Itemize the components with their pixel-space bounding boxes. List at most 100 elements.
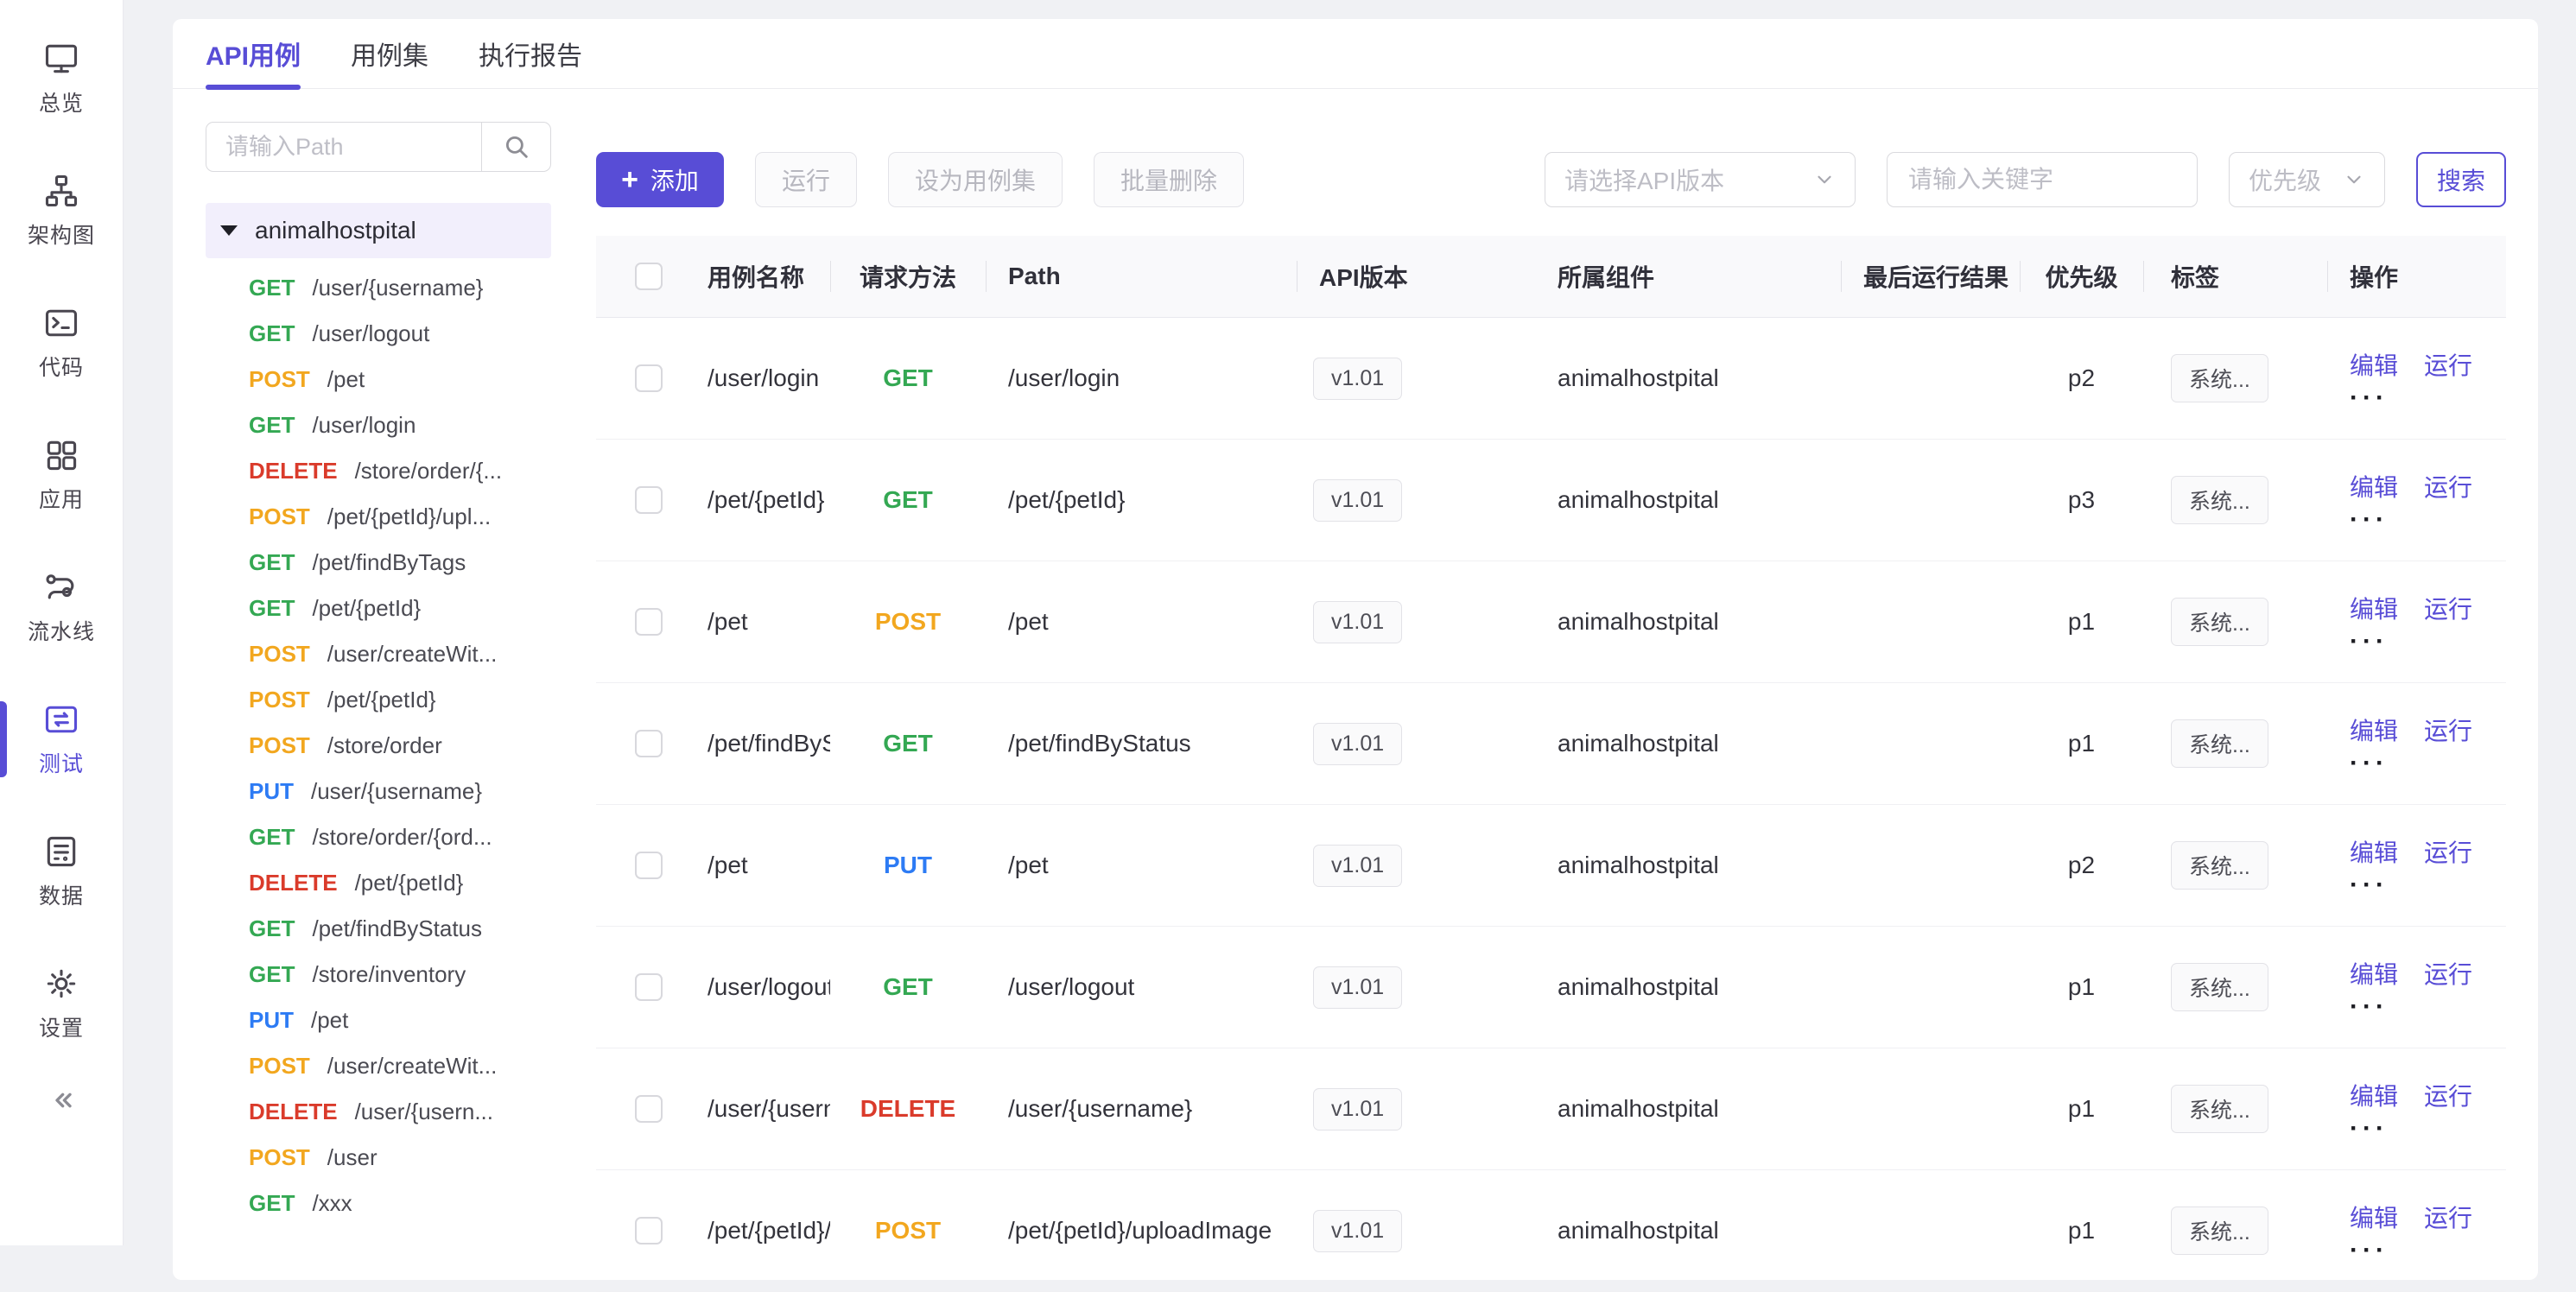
test-icon (42, 700, 80, 738)
more-actions-button[interactable]: ··· (2350, 752, 2389, 775)
tree-item-endpoint[interactable]: GET/user/{username} (206, 265, 551, 311)
tree-item-endpoint[interactable]: POST/user/createWit... (206, 1043, 551, 1089)
tree-item-endpoint[interactable]: GET/user/login (206, 402, 551, 448)
sidebar-item-settings[interactable]: 设置 (0, 937, 123, 1069)
tree-item-endpoint[interactable]: POST/store/order (206, 723, 551, 769)
tree-item-endpoint[interactable]: POST/user (206, 1135, 551, 1181)
set-suite-button[interactable]: 设为用例集 (888, 152, 1063, 207)
run-link[interactable]: 运行 (2424, 834, 2472, 869)
tree-item-endpoint[interactable]: POST/user/createWit... (206, 631, 551, 677)
edit-link[interactable]: 编辑 (2350, 956, 2398, 991)
priority-select[interactable]: 优先级 (2229, 152, 2385, 207)
plus-icon: + (621, 165, 638, 194)
api-version-chip: v1.01 (1313, 1088, 1402, 1130)
search-button[interactable]: 搜索 (2416, 152, 2506, 207)
tree-item-endpoint[interactable]: GET/store/order/{ord... (206, 814, 551, 860)
tree-item-endpoint[interactable]: POST/pet/{petId} (206, 677, 551, 723)
more-actions-button[interactable]: ··· (2350, 1118, 2389, 1140)
tree-item-endpoint[interactable]: GET/pet/{petId} (206, 586, 551, 631)
sidebar-item-code[interactable]: 代码 (0, 276, 123, 408)
edit-link[interactable]: 编辑 (2350, 1200, 2398, 1234)
tab-api-cases[interactable]: API用例 (206, 19, 301, 89)
api-version-chip: v1.01 (1313, 723, 1402, 765)
add-button[interactable]: + 添加 (596, 152, 724, 207)
endpoint-path: /pet/{petId} (327, 687, 436, 713)
tree-root-node[interactable]: animalhostpital (206, 203, 551, 258)
tree-item-endpoint[interactable]: PUT/user/{username} (206, 769, 551, 814)
edit-link[interactable]: 编辑 (2350, 347, 2398, 382)
tree-item-endpoint[interactable]: POST/pet/{petId}/upl... (206, 494, 551, 540)
batch-delete-button[interactable]: 批量删除 (1094, 152, 1244, 207)
path-search-input[interactable] (206, 122, 482, 172)
sidebar-item-monitor[interactable]: 总览 (0, 12, 123, 144)
endpoint-path: /xxx (312, 1190, 352, 1217)
sidebar-item-test[interactable]: 测试 (0, 673, 123, 805)
component-name: animalhostpital (1547, 440, 1841, 560)
sidebar-item-data[interactable]: 数据 (0, 805, 123, 937)
sidebar-item-architecture[interactable]: 架构图 (0, 144, 123, 276)
more-actions-button[interactable]: ··· (2350, 387, 2389, 409)
collapse-sidebar-button[interactable] (0, 1083, 123, 1118)
row-checkbox[interactable] (635, 486, 663, 514)
row-checkbox[interactable] (635, 973, 663, 1001)
edit-link[interactable]: 编辑 (2350, 712, 2398, 747)
case-name: /user/login (701, 318, 830, 439)
run-link[interactable]: 运行 (2424, 956, 2472, 991)
select-all-checkbox[interactable] (635, 263, 663, 290)
tree-item-endpoint[interactable]: GET/pet/findByStatus (206, 906, 551, 952)
more-actions-button[interactable]: ··· (2350, 509, 2389, 531)
sidebar-item-apps[interactable]: 应用 (0, 408, 123, 541)
run-button[interactable]: 运行 (755, 152, 857, 207)
row-checkbox[interactable] (635, 730, 663, 757)
tree-root-label: animalhostpital (255, 217, 416, 244)
run-link[interactable]: 运行 (2424, 469, 2472, 504)
priority: p2 (2020, 805, 2143, 926)
row-checkbox[interactable] (635, 364, 663, 392)
run-link[interactable]: 运行 (2424, 712, 2472, 747)
tree-item-endpoint[interactable]: GET/user/logout (206, 311, 551, 357)
method-label: POST (249, 687, 310, 713)
more-actions-button[interactable]: ··· (2350, 996, 2389, 1018)
tree-search-button[interactable] (482, 122, 551, 172)
edit-link[interactable]: 编辑 (2350, 1078, 2398, 1112)
row-checkbox[interactable] (635, 1217, 663, 1244)
last-run-result (1841, 927, 2020, 1048)
tree-item-endpoint[interactable]: DELETE/pet/{petId} (206, 860, 551, 906)
row-checkbox[interactable] (635, 1095, 663, 1123)
tree-item-endpoint[interactable]: POST/pet (206, 357, 551, 402)
run-link[interactable]: 运行 (2424, 347, 2472, 382)
sidebar-item-label: 架构图 (28, 218, 95, 250)
endpoint-path: /user/login (312, 412, 416, 439)
tree-item-endpoint[interactable]: GET/xxx (206, 1181, 551, 1226)
method-label: GET (249, 320, 295, 347)
tree-item-endpoint[interactable]: GET/store/inventory (206, 952, 551, 998)
tree-item-endpoint[interactable]: GET/pet/findByTags (206, 540, 551, 586)
endpoint-path: /pet (327, 366, 365, 393)
method-label: POST (249, 1053, 310, 1080)
run-link[interactable]: 运行 (2424, 1078, 2472, 1112)
api-version-select[interactable]: 请选择API版本 (1545, 152, 1856, 207)
edit-link[interactable]: 编辑 (2350, 834, 2398, 869)
tree-item-endpoint[interactable]: DELETE/user/{usern... (206, 1089, 551, 1135)
row-checkbox[interactable] (635, 608, 663, 636)
tab-case-suites[interactable]: 用例集 (351, 19, 428, 89)
keyword-input[interactable] (1887, 152, 2198, 207)
tag-chip: 系统... (2171, 1085, 2268, 1133)
edit-link[interactable]: 编辑 (2350, 469, 2398, 504)
method-label: GET (249, 595, 295, 622)
tree-item-endpoint[interactable]: DELETE/store/order/{... (206, 448, 551, 494)
api-version-chip: v1.01 (1313, 845, 1402, 887)
method-label: POST (249, 366, 310, 393)
pipeline-icon (42, 568, 80, 606)
tab-run-reports[interactable]: 执行报告 (479, 19, 582, 89)
tree-item-endpoint[interactable]: PUT/pet (206, 998, 551, 1043)
run-link[interactable]: 运行 (2424, 591, 2472, 625)
edit-link[interactable]: 编辑 (2350, 591, 2398, 625)
sidebar-item-pipeline[interactable]: 流水线 (0, 541, 123, 673)
run-link[interactable]: 运行 (2424, 1200, 2472, 1234)
more-actions-button[interactable]: ··· (2350, 1239, 2389, 1262)
more-actions-button[interactable]: ··· (2350, 874, 2389, 896)
more-actions-button[interactable]: ··· (2350, 630, 2389, 653)
row-checkbox[interactable] (635, 852, 663, 879)
tree-search-group (206, 122, 551, 172)
